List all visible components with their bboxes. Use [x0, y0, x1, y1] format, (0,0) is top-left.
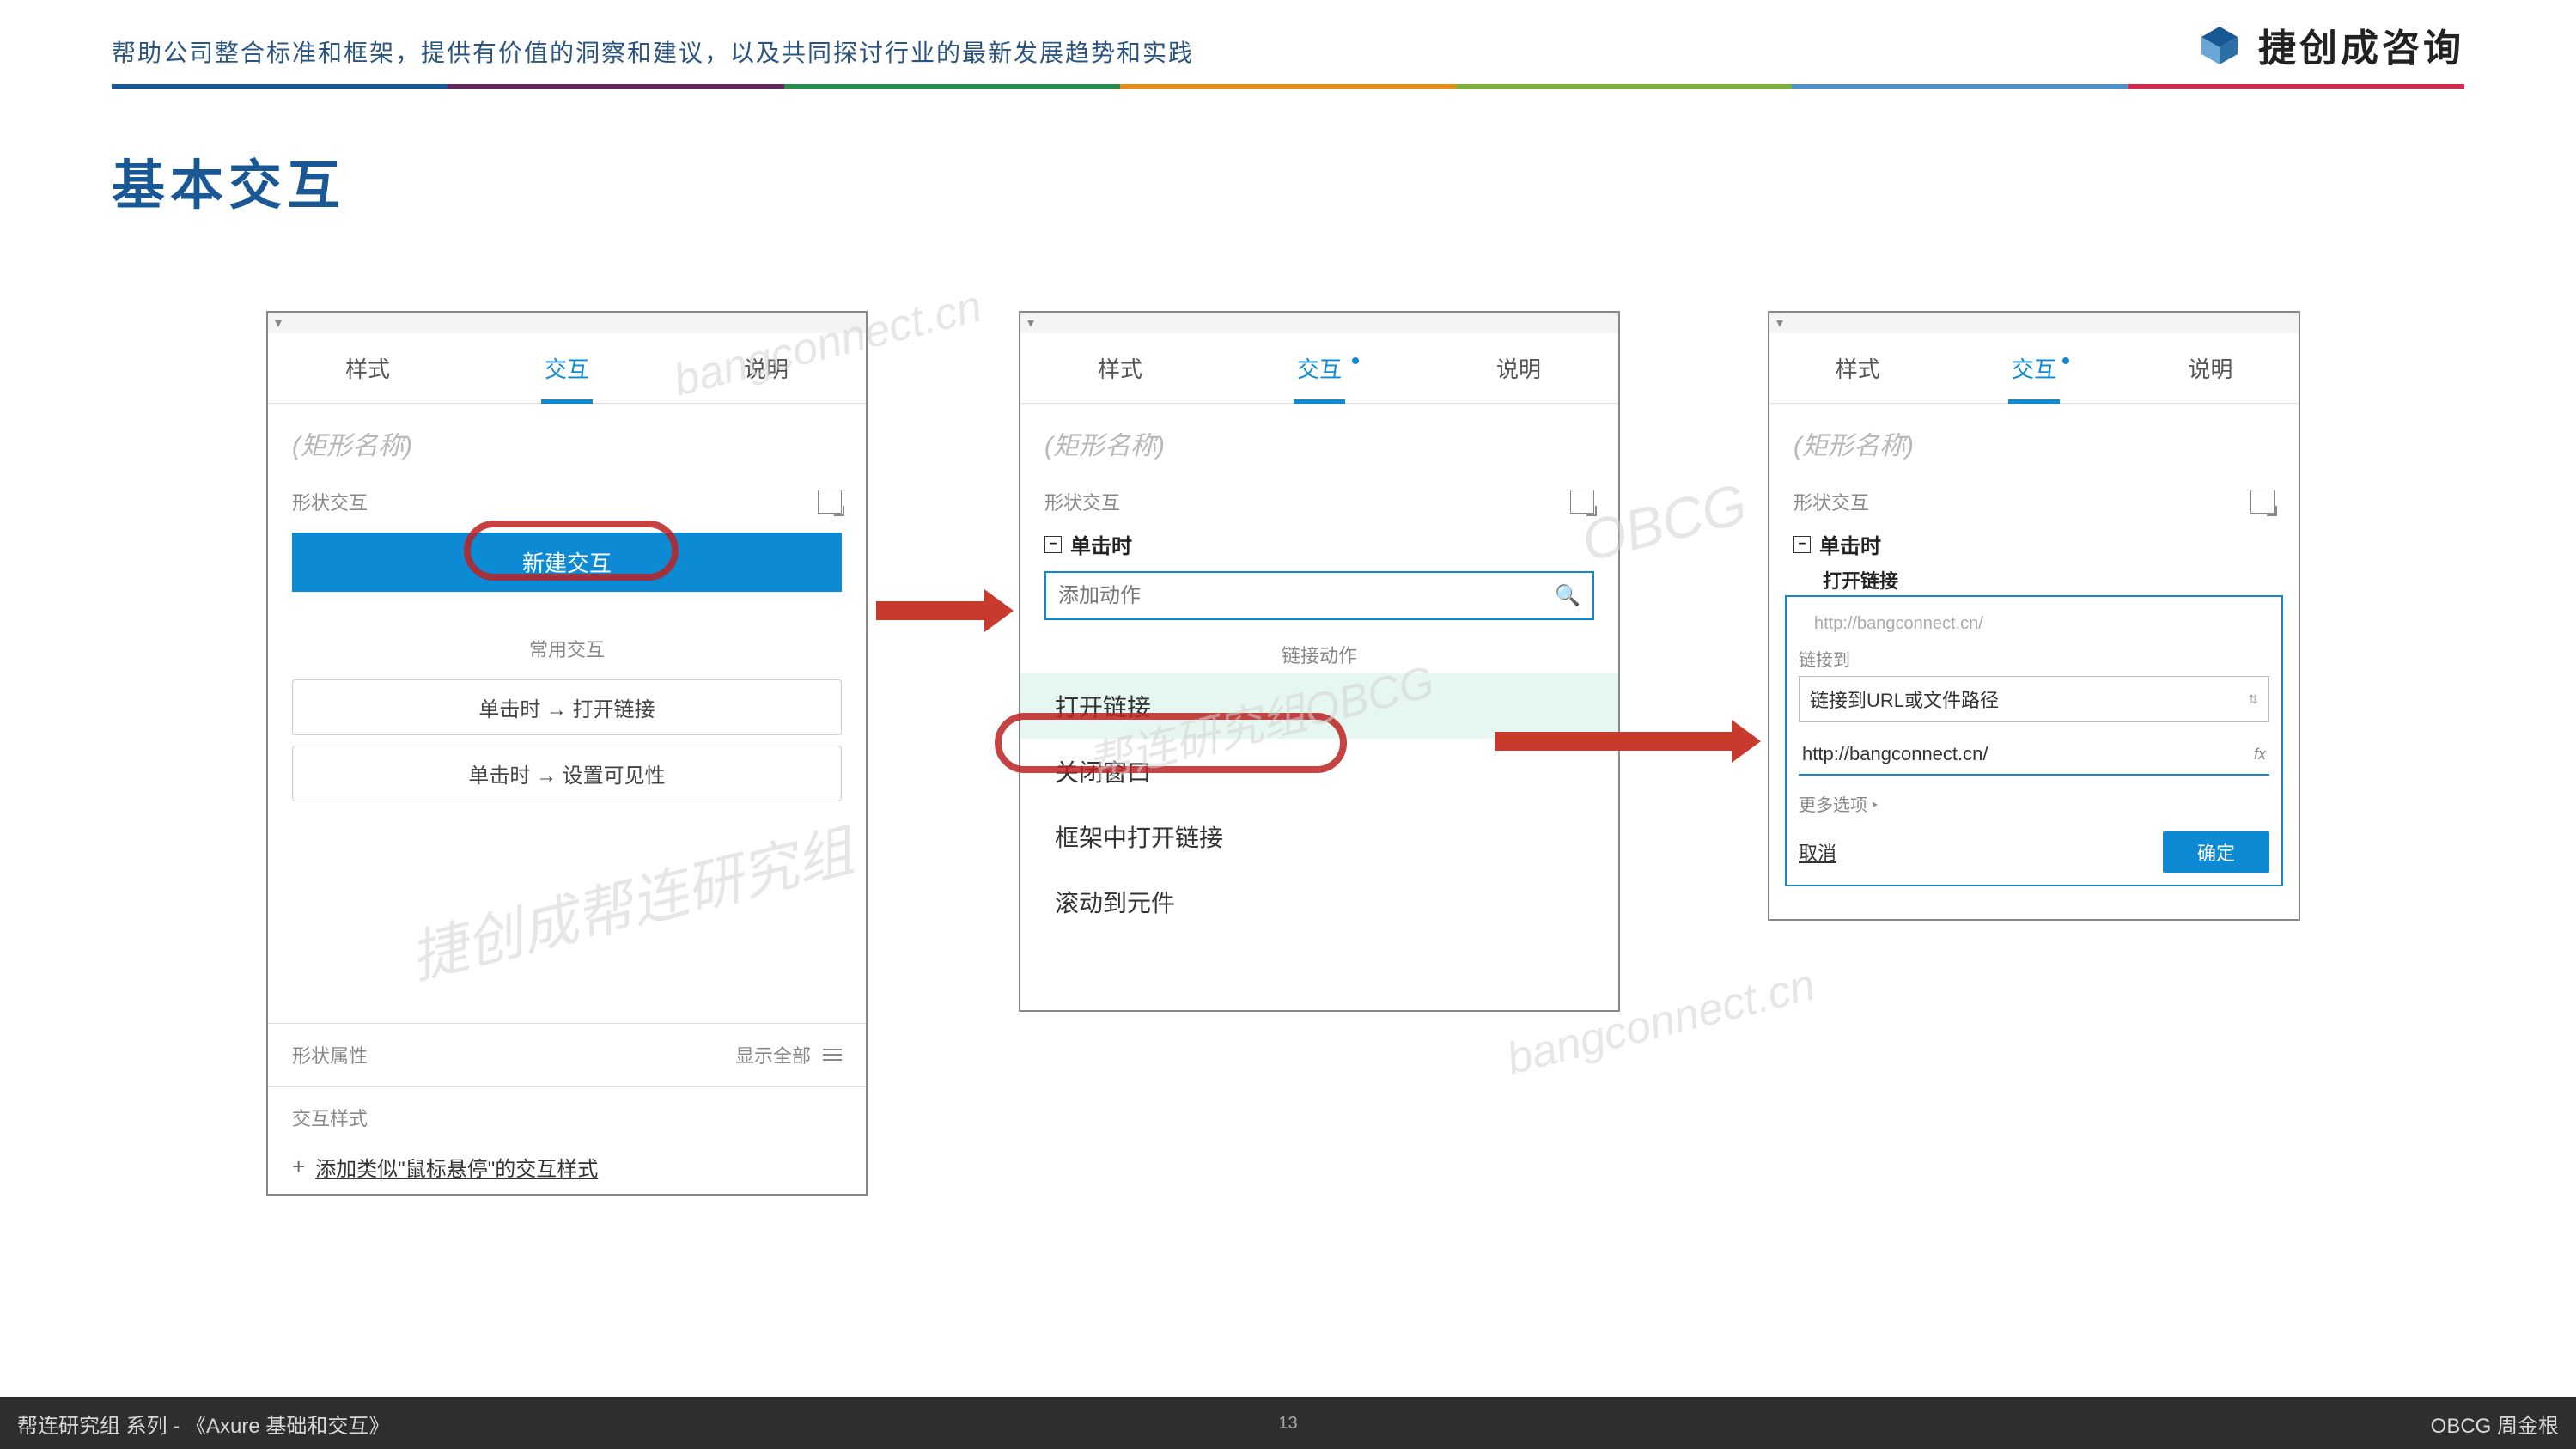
arrow-annotation — [876, 589, 1014, 632]
collapse-icon[interactable]: − — [1044, 536, 1062, 553]
tab-interaction[interactable]: 交互 — [467, 333, 667, 403]
tab-notes[interactable]: 说明 — [1419, 333, 1618, 403]
arrow-annotation — [1495, 720, 1761, 763]
link-target-select[interactable]: 链接到URL或文件路径 ⇅ — [1799, 676, 2269, 722]
divider-rainbow — [112, 84, 2464, 89]
open-link-action[interactable]: 打开链接 — [1769, 564, 2299, 595]
page-number: 13 — [1278, 1414, 1297, 1434]
panel-select-action: ▾ 样式 交互 说明 (矩形名称) 形状交互 − 单击时 🔍 链接动作 打开链接… — [1019, 311, 1620, 1012]
new-interaction-button[interactable]: 新建交互 — [292, 533, 842, 592]
cancel-button[interactable]: 取消 — [1799, 838, 1836, 866]
popout-icon[interactable] — [818, 490, 842, 514]
divider — [268, 1086, 866, 1087]
add-action-input[interactable] — [1058, 584, 1555, 608]
chevron-down-icon[interactable]: ▾ — [1769, 313, 1790, 333]
collapse-icon[interactable]: − — [1793, 536, 1811, 553]
add-hover-style-link[interactable]: 添加类似"鼠标悬停"的交互样式 — [315, 1152, 598, 1182]
show-all-link[interactable]: 显示全部 — [735, 1041, 811, 1068]
slide-title: 基本交互 — [112, 142, 345, 219]
brand-logo: 捷创成咨询 — [2198, 17, 2464, 72]
on-click-event[interactable]: 单击时 — [1070, 529, 1132, 559]
chevron-down-icon[interactable]: ▾ — [268, 313, 289, 333]
add-action-search[interactable]: 🔍 — [1044, 571, 1594, 620]
link-actions-label: 链接动作 — [1020, 627, 1618, 668]
link-to-label: 链接到 — [1799, 646, 2269, 671]
shape-name-input[interactable]: (矩形名称) — [1020, 404, 1618, 471]
tab-interaction[interactable]: 交互 — [1220, 333, 1419, 403]
panel-interaction-base: ▾ 样式 交互 说明 (矩形名称) 形状交互 新建交互 常用交互 单击时 → 打… — [266, 311, 868, 1196]
preset-open-link-button[interactable]: 单击时 → 打开链接 — [292, 679, 842, 735]
footer-right: OBCG 周金根 — [2431, 1409, 2559, 1439]
popout-icon[interactable] — [2250, 490, 2275, 514]
shape-name-input[interactable]: (矩形名称) — [268, 404, 866, 471]
shape-interaction-label: 形状交互 — [1793, 488, 1869, 515]
shape-props-label: 形状属性 — [292, 1041, 368, 1068]
url-value: http://bangconnect.cn/ — [1802, 743, 1988, 765]
tab-interaction[interactable]: 交互 — [1946, 333, 2122, 403]
shape-name-input[interactable]: (矩形名称) — [1769, 404, 2299, 471]
action-open-in-frame[interactable]: 框架中打开链接 — [1020, 804, 1618, 869]
shape-interaction-label: 形状交互 — [1044, 488, 1120, 515]
ok-button[interactable]: 确定 — [2163, 831, 2269, 873]
common-interact-label: 常用交互 — [268, 600, 866, 674]
fx-icon[interactable]: fx — [2254, 746, 2266, 764]
search-icon: 🔍 — [1555, 583, 1580, 608]
panel-tab-strip: ▾ — [268, 313, 866, 333]
header-tagline: 帮助公司整合标准和框架，提供有价值的洞察和建议，以及共同探讨行业的最新发展趋势和… — [112, 34, 1194, 69]
footer: 帮连研究组 系列 - 《Axure 基础和交互》 13 OBCG 周金根 — [0, 1397, 2576, 1449]
link-config-frame: http://bangconnect.cn/ 链接到 链接到URL或文件路径 ⇅… — [1785, 595, 2283, 886]
tab-notes[interactable]: 说明 — [667, 333, 866, 403]
on-click-event[interactable]: 单击时 — [1819, 529, 1881, 559]
chevron-down-icon[interactable]: ▾ — [1020, 313, 1041, 333]
cube-icon — [2198, 23, 2241, 66]
hamburger-icon[interactable] — [823, 1049, 842, 1061]
tab-style[interactable]: 样式 — [268, 333, 467, 403]
popout-icon[interactable] — [1570, 490, 1594, 514]
tab-style[interactable]: 样式 — [1020, 333, 1220, 403]
tab-notes[interactable]: 说明 — [2122, 333, 2299, 403]
chevron-updown-icon: ⇅ — [2248, 692, 2258, 707]
plus-icon[interactable]: + — [292, 1154, 305, 1180]
shape-interaction-label: 形状交互 — [292, 488, 368, 515]
tab-style[interactable]: 样式 — [1769, 333, 1946, 403]
brand-name: 捷创成咨询 — [2258, 17, 2464, 72]
panel-configure-link: ▾ 样式 交互 说明 (矩形名称) 形状交互 − 单击时 打开链接 http:/… — [1768, 311, 2300, 921]
triangle-right-icon: ▸ — [1873, 798, 1878, 810]
interact-style-label: 交互样式 — [292, 1104, 368, 1131]
action-scroll-to[interactable]: 滚动到元件 — [1020, 869, 1618, 935]
more-options-toggle[interactable]: 更多选项▸ — [1799, 791, 2269, 816]
new-interaction-label: 新建交互 — [522, 551, 612, 576]
footer-left: 帮连研究组 系列 - 《Axure 基础和交互》 — [17, 1409, 389, 1439]
preset-set-visibility-button[interactable]: 单击时 → 设置可见性 — [292, 746, 842, 801]
link-target-value: 链接到URL或文件路径 — [1810, 685, 1999, 713]
divider — [268, 1023, 866, 1024]
url-input[interactable]: http://bangconnect.cn/ fx — [1799, 734, 2269, 776]
url-preview: http://bangconnect.cn/ — [1799, 606, 2269, 641]
